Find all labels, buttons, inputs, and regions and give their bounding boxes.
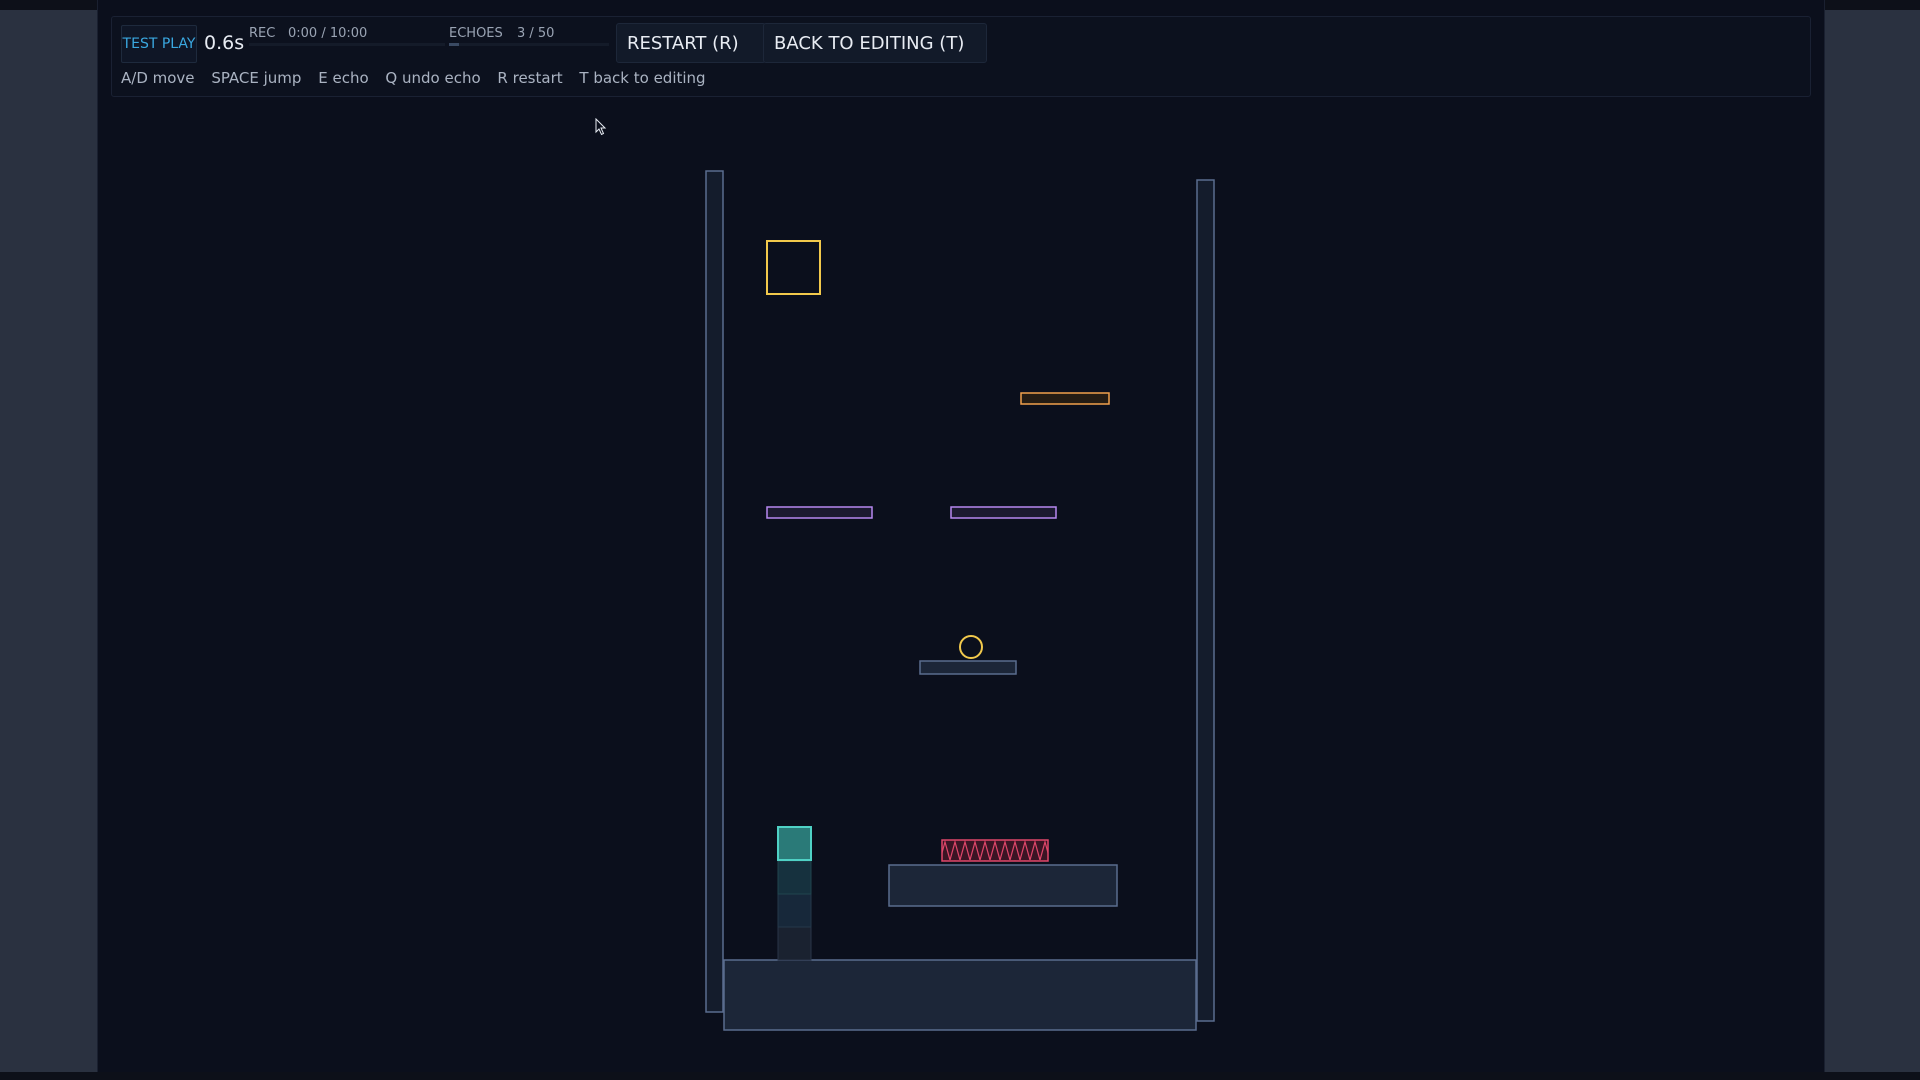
back-to-editing-button[interactable]: BACK TO EDITING (T) — [763, 23, 987, 63]
hint-undo-echo: Q undo echo — [385, 69, 481, 87]
player — [777, 826, 812, 861]
one-way-platform-left — [766, 506, 873, 519]
rec-progress-bar — [249, 43, 445, 46]
echoes-label: ECHOES — [449, 26, 503, 41]
window-bottom-edge — [0, 1072, 1920, 1080]
mode-badge: TEST PLAY — [121, 25, 197, 63]
hint-move: A/D move — [121, 69, 195, 87]
hint-jump: SPACE jump — [211, 69, 302, 87]
echo-block-3 — [777, 926, 812, 961]
controls-hints: A/D move SPACE jump E echo Q undo echo R… — [121, 67, 718, 89]
floor-block — [723, 959, 1197, 1031]
hint-echo: E echo — [318, 69, 369, 87]
small-platform — [919, 660, 1017, 675]
rec-label: REC — [249, 26, 276, 41]
echoes-progress-fill — [449, 43, 459, 46]
left-wall — [705, 170, 724, 1013]
mouse-pointer-icon — [595, 118, 607, 136]
echo-block-1 — [777, 860, 812, 895]
rec-time: 0:00 / 10:00 — [288, 26, 368, 41]
echo-block-2 — [777, 893, 812, 928]
game-frame — [97, 0, 1825, 1080]
echoes-progress-bar — [449, 43, 609, 46]
spike-hazard-pattern — [942, 840, 1048, 861]
hint-back-to-editing: T back to editing — [579, 69, 706, 87]
echoes-count: 3 / 50 — [517, 26, 555, 41]
moving-platform — [1020, 392, 1110, 405]
hint-restart: R restart — [497, 69, 563, 87]
restart-button[interactable]: RESTART (R) — [616, 23, 766, 63]
hud-bar: TEST PLAY 0.6s REC 0:00 / 10:00 ECHOES 3… — [111, 16, 1811, 97]
elapsed-time: 0.6s — [204, 32, 245, 54]
right-wall — [1196, 179, 1215, 1022]
large-platform — [888, 864, 1118, 907]
one-way-platform-right — [950, 506, 1057, 519]
